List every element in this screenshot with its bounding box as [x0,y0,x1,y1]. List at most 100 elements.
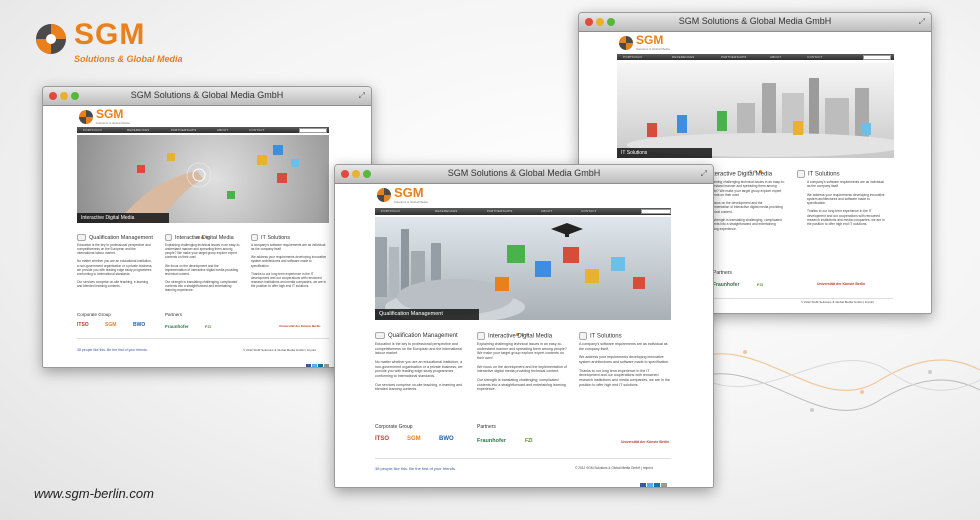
hero-banner: Interactive Digital Media [77,135,329,223]
column-title-media: Interactive Digital Media [477,332,552,340]
window-title: SGM Solutions & Global Media GmbH [130,90,284,100]
nav-portfolio[interactable]: PORTFOLIO [83,128,102,132]
footer-copyright: © 2012 SGM Solutions & Global Media GmbH… [575,466,653,470]
nav-references[interactable]: REFERENCES [127,128,150,132]
partner-fraunhofer[interactable]: Fraunhofer [165,324,189,329]
group-sgm[interactable]: SGM [407,436,421,442]
sgm-logo-icon [36,24,66,54]
search-input[interactable] [863,55,891,60]
group-bwo[interactable]: BWO [133,322,145,328]
window-titlebar: SGM Solutions & Global Media GmbH ⤢ [335,165,713,184]
nav-references[interactable]: REFERENCES [435,209,458,213]
corporate-group-heading: Corporate Group [375,424,413,430]
twitter-icon[interactable] [647,483,653,487]
partner-fzi[interactable]: FZI [757,282,763,287]
nav-contact[interactable]: CONTACT [807,55,823,59]
it-icon [579,332,587,340]
nav-partnerships[interactable]: PARTNERSHIPS [487,209,512,213]
column-title-it: IT Solutions [579,332,622,340]
nav-partnerships[interactable]: PARTNERSHIPS [171,128,196,132]
brand-name: SGM [74,18,146,51]
site-nav: PORTFOLIO REFERENCES PARTNERSHIPS ABOUT … [77,127,329,133]
it-icon [251,234,258,241]
facebook-like[interactable]: 38 people like this. Be the first of you… [375,466,456,471]
nav-about[interactable]: ABOUT [541,209,552,213]
partner-fraunhofer[interactable]: Fraunhofer [477,438,506,444]
window-titlebar: SGM Solutions & Global Media GmbH ⤢ [43,87,371,106]
facebook-like[interactable]: 38 people like this. Be the first of you… [77,348,148,352]
twitter-icon[interactable] [312,364,317,367]
search-input[interactable] [641,209,671,214]
window-title: SGM Solutions & Global Media GmbH [447,168,601,178]
column-title-it: IT Solutions [251,234,290,241]
corporate-group-heading: Corporate Group [77,312,111,317]
column-text-qualification: Education is the key to professional per… [77,243,153,289]
linkedin-icon[interactable] [318,364,323,367]
globe-illustration [375,223,645,320]
column-text-media: Explaining challenging technical issues … [707,180,785,231]
column-text-it: A company's software requirements are as… [807,180,885,227]
column-text-it: A company's software requirements are as… [251,243,327,289]
graduation-icon [375,332,385,339]
column-title-it: IT Solutions [797,170,840,178]
it-icon [797,170,805,178]
partner-fraunhofer[interactable]: Fraunhofer [713,282,739,288]
partner-udk[interactable]: Universität der Künste Berlin [817,282,865,286]
hero-caption: Interactive Digital Media [77,213,169,223]
hero-banner: IT Solutions [617,63,894,158]
facebook-icon[interactable] [306,364,311,367]
partner-fzi[interactable]: FZI [205,324,211,329]
nav-portfolio[interactable]: PORTFOLIO [381,209,400,213]
nav-about[interactable]: ABOUT [217,128,228,132]
partners-heading: Partners [713,270,732,276]
brand-tagline: Solutions & Global Media [74,54,183,64]
partners-heading: Partners [477,424,496,430]
touch-icon [165,234,172,241]
mail-icon[interactable] [661,483,667,487]
window-title: SGM Solutions & Global Media GmbH [678,16,832,26]
linkedin-icon[interactable] [654,483,660,487]
column-title-media: Interactive Digital Media [165,234,234,241]
group-bwo[interactable]: BWO [439,436,454,442]
browser-window-center: SGM Solutions & Global Media GmbH ⤢ SGM … [334,164,714,488]
fullscreen-icon[interactable]: ⤢ [919,17,925,27]
search-input[interactable] [299,128,327,133]
nav-contact[interactable]: CONTACT [249,128,265,132]
hero-caption: IT Solutions [617,148,712,158]
footer-copyright: © 2012 SGM Solutions & Global Media GmbH… [243,348,317,352]
touchscreen-illustration [117,145,299,223]
group-itso[interactable]: ITSO [77,322,89,328]
column-text-media: Explaining challenging technical issues … [477,342,567,392]
partner-fzi[interactable]: FZI [525,438,533,444]
cityscape-illustration [627,78,894,157]
nav-partnerships[interactable]: PARTNERSHIPS [721,55,746,59]
nav-portfolio[interactable]: PORTFOLIO [623,55,642,59]
facebook-icon[interactable] [640,483,646,487]
webpage: SGM Solutions & Global Media PORTFOLIO R… [335,184,713,487]
column-text-it: A company's software requirements are as… [579,342,670,387]
window-titlebar: SGM Solutions & Global Media GmbH ⤢ [579,13,931,32]
column-title-qualification: Qualification Management [77,234,153,241]
column-text-media: Explaining challenging technical issues … [165,243,241,293]
column-text-qualification: Education is the key to professional per… [375,342,463,392]
social-icons [305,356,329,367]
partner-udk[interactable]: Universität der Künste Berlin [279,324,320,328]
partners-heading: Partners [165,312,183,317]
webpage: SGM Solutions & Global Media PORTFOLIO R… [43,106,371,367]
fullscreen-icon[interactable]: ⤢ [359,91,365,101]
fullscreen-icon[interactable]: ⤢ [701,169,707,179]
group-itso[interactable]: ITSO [375,436,389,442]
mail-icon[interactable] [324,364,329,367]
partner-udk[interactable]: Universität der Künste Berlin [621,440,669,444]
graduation-icon [77,234,86,241]
column-title-qualification: Qualification Management [375,332,458,339]
nav-about[interactable]: ABOUT [770,55,781,59]
footer-copyright: © 2012 SGM Solutions & Global Media GmbH… [801,300,875,304]
hero-caption: Qualification Management [375,309,479,320]
nav-contact[interactable]: CONTACT [581,209,597,213]
brand-logo: SGM Solutions & Global Media [34,18,183,68]
group-sgm[interactable]: SGM [105,322,116,328]
nav-references[interactable]: REFERENCES [672,55,695,59]
site-nav: PORTFOLIO REFERENCES PARTNERSHIPS ABOUT … [617,54,894,60]
brand-url[interactable]: www.sgm-berlin.com [34,486,154,501]
